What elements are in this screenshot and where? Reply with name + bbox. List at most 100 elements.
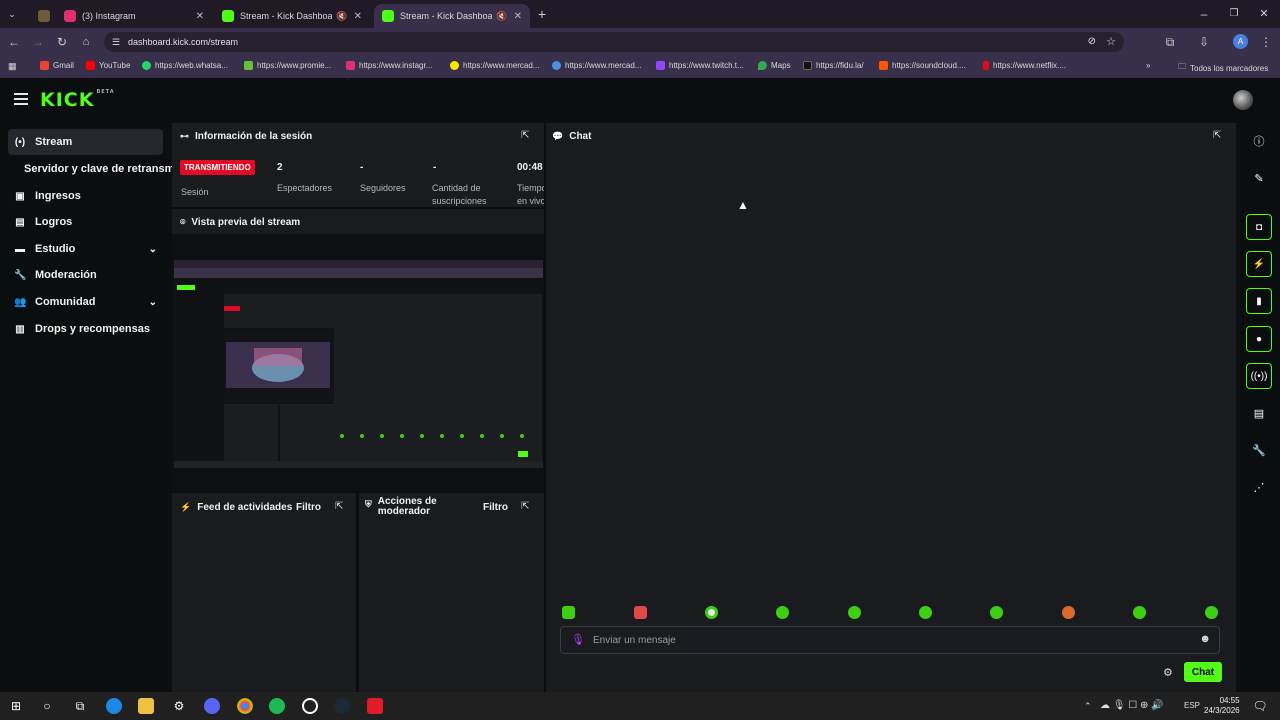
- all-bookmarks-folder[interactable]: 🗀 Todos los marcadores: [1178, 61, 1268, 75]
- close-tab-icon[interactable]: ✕: [354, 11, 362, 22]
- minimize-icon[interactable]: –: [1196, 6, 1212, 22]
- bookmark-maps[interactable]: Maps: [758, 61, 791, 70]
- hamburger-menu-icon[interactable]: [14, 93, 28, 107]
- file-explorer-icon[interactable]: [138, 698, 154, 714]
- tab-pinned[interactable]: [30, 4, 52, 28]
- profile-avatar-icon[interactable]: A: [1233, 34, 1248, 49]
- notifications-icon[interactable]: 🗨: [1252, 698, 1268, 714]
- sidebar-item-stream[interactable]: (•) Stream: [8, 129, 163, 155]
- chat-message-input[interactable]: 🎙 Enviar un mensaje ☻: [560, 626, 1220, 654]
- tab-kick-dashboard[interactable]: Stream - Kick Dashboard 🔇 ✕: [214, 4, 370, 28]
- emote-icon[interactable]: [1205, 606, 1218, 619]
- emote-icon[interactable]: [776, 606, 789, 619]
- emoji-icon[interactable]: ☻: [1199, 633, 1211, 645]
- windows-start-icon[interactable]: ⊞: [8, 698, 24, 714]
- screen-capture-icon[interactable]: ◘: [1246, 214, 1272, 240]
- chat-bubble-icon[interactable]: ●: [1246, 326, 1272, 352]
- extensions-icon[interactable]: ⧉: [1162, 34, 1178, 50]
- kick-logo[interactable]: KICK BETA: [40, 89, 115, 111]
- url-input[interactable]: ☰ dashboard.kick.com/stream ⊘ ☆: [104, 32, 1124, 52]
- new-tab-icon[interactable]: +: [534, 6, 550, 22]
- downloads-icon[interactable]: ⇩: [1196, 34, 1212, 50]
- emote-icon[interactable]: [1133, 606, 1146, 619]
- popout-icon[interactable]: ⇱: [521, 501, 529, 512]
- mod-actions-filter-button[interactable]: Filtro: [483, 502, 508, 513]
- edge-icon[interactable]: [106, 698, 122, 714]
- emote-icon[interactable]: [990, 606, 1003, 619]
- info-icon[interactable]: ⓘ: [1246, 128, 1272, 154]
- sidebar-item-logros[interactable]: ▤ Logros: [8, 209, 163, 235]
- lightning-icon[interactable]: ⚡: [1246, 251, 1272, 277]
- forward-icon[interactable]: →: [30, 34, 46, 50]
- layout-icon[interactable]: ▤: [1246, 400, 1272, 426]
- mute-icon[interactable]: 🔇: [496, 11, 507, 22]
- settings-gear-icon[interactable]: ⚙: [171, 698, 187, 714]
- task-view-icon[interactable]: ⧉: [72, 698, 88, 714]
- bookmark-fidu[interactable]: https://fidu.la/: [803, 61, 864, 70]
- tracking-off-icon[interactable]: ⊘: [1088, 32, 1096, 52]
- send-chat-button[interactable]: Chat: [1184, 662, 1222, 682]
- site-info-icon[interactable]: ☰: [112, 32, 120, 52]
- sidebar-item-moderacion[interactable]: 🔧 Moderación: [8, 262, 163, 288]
- sidebar-item-estudio[interactable]: ▬ Estudio ⌄: [8, 236, 163, 262]
- bookmark-gmail[interactable]: Gmail: [40, 61, 74, 70]
- bookmark-twitch[interactable]: https://www.twitch.t...: [656, 61, 744, 70]
- spotify-icon[interactable]: [269, 698, 285, 714]
- more-bookmarks-chevron-icon[interactable]: »: [1146, 61, 1150, 70]
- bookmark-instagram[interactable]: https://www.instagr...: [346, 61, 432, 70]
- tray-app-icons[interactable]: ☁ 🎙 ☐ ⊕ 🔊: [1100, 700, 1164, 711]
- bookmark-soundcloud[interactable]: https://soundcloud....: [879, 61, 966, 70]
- bookmark-netflix[interactable]: https://www.netflix....: [983, 61, 1066, 70]
- close-window-icon[interactable]: ✕: [1256, 6, 1272, 22]
- bookmark-whatsapp[interactable]: https://web.whatsa...: [142, 61, 228, 70]
- document-icon[interactable]: ▮: [1246, 288, 1272, 314]
- taskbar-clock[interactable]: 04:55 24/3/2026: [1204, 696, 1240, 716]
- reload-icon[interactable]: ↻: [54, 34, 70, 50]
- edit-pencil-icon[interactable]: ✎: [1246, 165, 1272, 191]
- app-red-icon[interactable]: [367, 698, 383, 714]
- bookmark-star-icon[interactable]: ☆: [1106, 32, 1116, 52]
- search-icon[interactable]: ○: [39, 698, 55, 714]
- restore-icon[interactable]: ❐: [1226, 6, 1242, 22]
- bookmark-youtube[interactable]: YouTube: [86, 61, 130, 70]
- emote-icon[interactable]: [562, 606, 575, 619]
- user-avatar[interactable]: [1233, 90, 1253, 110]
- back-icon[interactable]: ←: [6, 34, 22, 50]
- sidebar-item-ingresos[interactable]: ▣ Ingresos: [8, 183, 163, 209]
- broadcast-icon[interactable]: ((•)): [1246, 363, 1272, 389]
- popout-icon[interactable]: ⇱: [335, 501, 343, 512]
- emote-icon[interactable]: [634, 606, 647, 619]
- mute-icon[interactable]: 🔇: [336, 11, 347, 22]
- bookmark-mercadolibre[interactable]: https://www.mercad...: [450, 61, 539, 70]
- home-icon[interactable]: ⌂: [78, 34, 94, 50]
- emote-icon[interactable]: [1062, 606, 1075, 619]
- popout-icon[interactable]: ⇱: [1213, 130, 1221, 141]
- sidebar-item-comunidad[interactable]: 👥 Comunidad ⌄: [8, 289, 163, 315]
- stream-preview-video[interactable]: [174, 260, 543, 468]
- discord-icon[interactable]: [204, 698, 220, 714]
- browser-menu-icon[interactable]: ⋮: [1258, 34, 1274, 50]
- wrench-icon[interactable]: 🔧: [1246, 437, 1272, 463]
- close-tab-icon[interactable]: ✕: [514, 11, 522, 22]
- bookmark-mercadopago[interactable]: https://www.mercad...: [552, 61, 641, 70]
- emote-icon[interactable]: [848, 606, 861, 619]
- popout-icon[interactable]: ⇱: [521, 130, 529, 141]
- microphone-icon[interactable]: 🎙: [571, 633, 585, 646]
- chat-settings-gear-icon[interactable]: ⚙: [1163, 666, 1173, 679]
- emote-icon[interactable]: [919, 606, 932, 619]
- share-icon[interactable]: ⋰: [1246, 474, 1272, 500]
- tab-kick-dashboard-active[interactable]: Stream - Kick Dashboard 🔇 ✕: [374, 4, 530, 28]
- close-tab-icon[interactable]: ✕: [196, 11, 204, 22]
- apps-grid-icon[interactable]: ▦: [8, 61, 17, 72]
- chrome-icon[interactable]: [237, 698, 253, 714]
- sidebar-item-drops[interactable]: ▥ Drops y recompensas: [8, 316, 163, 342]
- tab-instagram[interactable]: (3) Instagram ✕: [56, 4, 212, 28]
- sidebar-subitem-stream-key[interactable]: Servidor y clave de retransm: [24, 163, 174, 175]
- emote-icon[interactable]: [705, 606, 718, 619]
- tray-chevron-up-icon[interactable]: ⌃: [1084, 701, 1092, 712]
- activity-filter-button[interactable]: Filtro: [296, 502, 321, 513]
- tab-search-chevron-icon[interactable]: ⌄: [4, 6, 20, 22]
- obs-icon[interactable]: [302, 698, 318, 714]
- steam-icon[interactable]: [334, 698, 350, 714]
- bookmark-promiedos[interactable]: https://www.promie...: [244, 61, 331, 70]
